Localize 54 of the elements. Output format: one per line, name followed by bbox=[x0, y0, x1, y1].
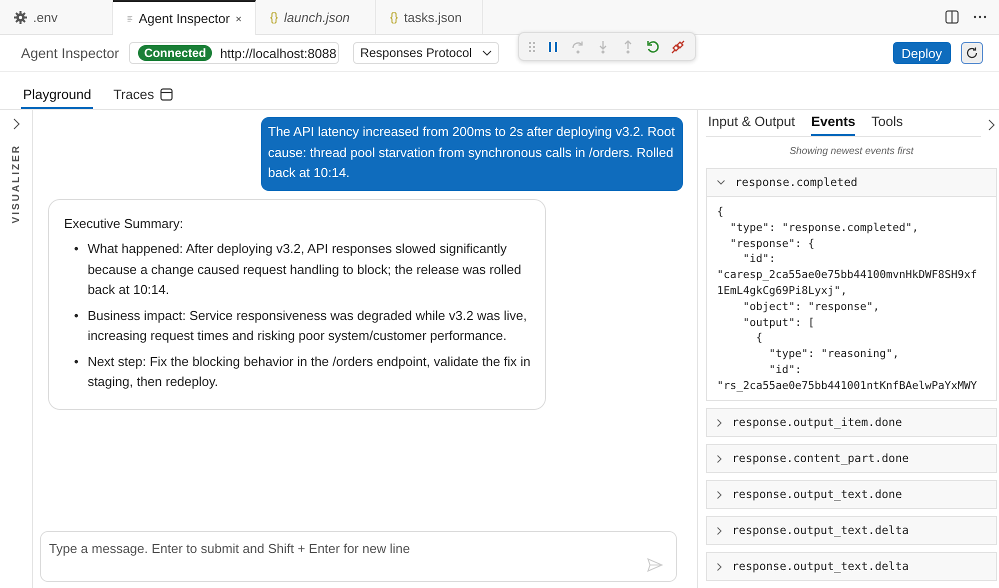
reply-heading: Executive Summary: bbox=[64, 214, 184, 233]
document-icon bbox=[127, 13, 133, 24]
user-message: The API latency increased from 200ms to 2s after deploying v3.2. Root cause: thread pool starvation from synchronous calls in /orders. Rolled back at 10:14. bbox=[261, 117, 683, 190]
refresh-icon bbox=[966, 47, 978, 59]
server-url-field[interactable]: Connected http://localhost:8088 bbox=[129, 42, 340, 64]
drag-handle-icon[interactable] bbox=[529, 42, 535, 52]
editor-tab[interactable]: {} tasks.json bbox=[376, 0, 483, 34]
inspector-title: Agent Inspector bbox=[21, 45, 120, 61]
close-icon[interactable] bbox=[236, 14, 241, 24]
event-header[interactable]: response.output_text.done bbox=[707, 481, 996, 508]
chevron-right-icon[interactable] bbox=[988, 119, 995, 131]
server-url: http://localhost:8088 bbox=[220, 46, 336, 60]
panel-tab[interactable]: Tools bbox=[871, 114, 903, 136]
chevron-right-icon bbox=[717, 490, 722, 498]
chevron-right-icon[interactable] bbox=[12, 118, 20, 130]
event-header[interactable]: response.output_text.delta bbox=[707, 553, 996, 580]
more-icon[interactable] bbox=[973, 15, 987, 19]
chevron-down-icon bbox=[717, 180, 725, 185]
bullet-marker: • bbox=[74, 240, 79, 258]
events-note: Showing newest events first bbox=[788, 145, 915, 159]
event-header[interactable]: response.content_part.done bbox=[707, 445, 996, 472]
panel-tab[interactable]: Events bbox=[811, 114, 856, 136]
message-input[interactable]: Type a message. Enter to submit and Shift + Enter for new line bbox=[40, 531, 677, 582]
restart-icon[interactable] bbox=[646, 40, 660, 54]
split-editor-icon[interactable] bbox=[945, 10, 959, 24]
protocol-dropdown[interactable]: Responses Protocol bbox=[353, 42, 499, 64]
panel-tab[interactable]: Input & Output bbox=[708, 114, 796, 136]
event-json: { "type": "response.completed", "response": { "id": "caresp_2ca55ae0e75bb44100mvnHkDWF8SH9xf 1EmL4gkCg69Pi8Lyxj", "object": "response", "output": [ { "type": "reasoning", "id": "rs_2ca55ae0e75bb441001ntKnfBAelwPaYxMWY bbox=[707, 197, 996, 400]
refresh-button[interactable] bbox=[961, 42, 983, 64]
braces-icon: {} bbox=[270, 10, 278, 24]
reply-bullet: Next step: Fix the blocking behavior in the /orders endpoint, validate the fix in staging, then redeploy. bbox=[88, 352, 531, 391]
braces-icon: {} bbox=[390, 10, 398, 24]
gear-icon bbox=[14, 10, 27, 24]
view-tab[interactable]: Playground bbox=[21, 87, 94, 109]
bullet-marker: • bbox=[74, 352, 79, 370]
event-header[interactable]: response.output_text.delta bbox=[707, 517, 996, 544]
pause-icon[interactable] bbox=[546, 40, 560, 54]
event-header[interactable]: response.output_item.done bbox=[707, 409, 996, 436]
status-badge: Connected bbox=[138, 45, 212, 61]
editor-tab[interactable]: Agent Inspector bbox=[113, 0, 256, 35]
chevron-right-icon bbox=[717, 526, 722, 534]
chevron-right-icon bbox=[717, 562, 722, 570]
reply-bullet: Business impact: Service responsiveness was degraded while v3.2 was live, increasing request times and risking poor system/customer performance. bbox=[88, 306, 528, 345]
chevron-right-icon bbox=[717, 418, 722, 426]
chevron-down-icon bbox=[482, 50, 492, 56]
chevron-right-icon bbox=[717, 454, 722, 462]
bullet-marker: • bbox=[74, 306, 79, 324]
panel-icon bbox=[160, 88, 174, 101]
editor-tab[interactable]: {} launch.json bbox=[256, 0, 376, 34]
view-tab[interactable]: Traces bbox=[111, 87, 176, 109]
deploy-button[interactable]: Deploy bbox=[892, 42, 951, 64]
visualizer-label[interactable]: VISUALIZER bbox=[10, 144, 22, 224]
unplug-icon[interactable] bbox=[671, 40, 685, 54]
reply-bullet: What happened: After deploying v3.2, API responses slowed significantly because a change caused request handling to block; the release was rolled back at 10:14. bbox=[88, 240, 522, 299]
